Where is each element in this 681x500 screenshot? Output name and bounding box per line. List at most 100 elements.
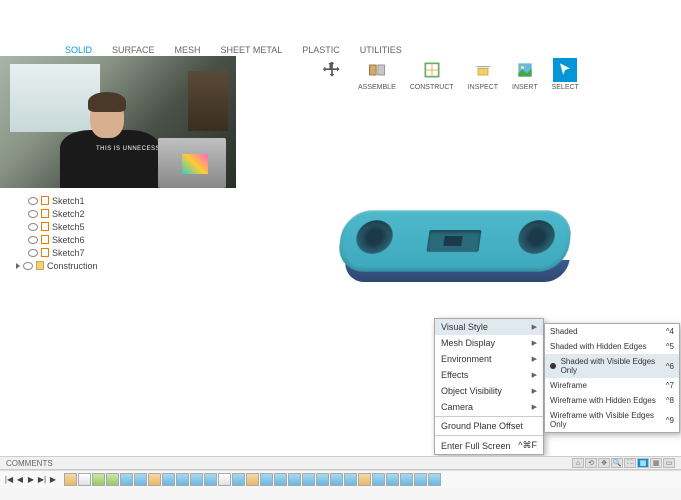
inspect-tool[interactable]: INSPECT [468, 58, 498, 91]
construct-icon [420, 58, 444, 82]
sketch-item[interactable]: Sketch1 [10, 194, 98, 207]
insert-tool[interactable]: INSERT [512, 58, 538, 91]
timeline-next-icon[interactable]: ▶ [26, 475, 36, 485]
expand-icon[interactable] [16, 263, 20, 269]
sketch-item[interactable]: Sketch7 [10, 246, 98, 259]
menu-visual-style[interactable]: Visual Style▶ [435, 319, 543, 335]
model-part[interactable] [340, 210, 570, 290]
timeline-feature[interactable] [232, 473, 245, 486]
pan-icon[interactable]: ✥ [598, 458, 610, 468]
timeline-start-icon[interactable]: |◀ [4, 475, 14, 485]
timeline-feature[interactable] [330, 473, 343, 486]
menu-mesh-display[interactable]: Mesh Display ▶ [435, 335, 543, 351]
timeline-feature[interactable] [246, 473, 259, 486]
select-tool[interactable]: SELECT [552, 58, 579, 91]
timeline-feature[interactable] [358, 473, 371, 486]
chevron-right-icon: ▶ [532, 339, 537, 347]
fit-icon[interactable]: ⛶ [624, 458, 636, 468]
menu-ground-plane-offset[interactable]: Ground Plane Offset [435, 418, 543, 434]
timeline-feature[interactable] [316, 473, 329, 486]
submenu-shaded-hidden[interactable]: Shaded with Hidden Edges ^5 [545, 339, 679, 354]
comments-label[interactable]: COMMENTS [6, 459, 53, 468]
submenu-label: Wireframe with Hidden Edges [550, 396, 656, 405]
orbit-icon[interactable]: ⟲ [585, 458, 597, 468]
visibility-icon[interactable] [28, 223, 38, 231]
timeline-feature[interactable] [302, 473, 315, 486]
timeline-feature[interactable] [204, 473, 217, 486]
timeline-end-icon[interactable]: ▶| [37, 475, 47, 485]
select-label: SELECT [552, 84, 579, 91]
timeline-feature[interactable] [386, 473, 399, 486]
timeline-feature[interactable] [92, 473, 105, 486]
display-context-menu: Visual Style▶ Mesh Display ▶ Environment▶… [434, 318, 544, 455]
construction-folder[interactable]: Construction [10, 259, 98, 272]
submenu-label: Shaded with Visible Edges Only [561, 357, 666, 375]
menu-environment[interactable]: Environment▶ [435, 351, 543, 367]
visibility-icon[interactable] [28, 236, 38, 244]
submenu-wireframe-visible[interactable]: Wireframe with Visible Edges Only^9 [545, 408, 679, 432]
menu-camera[interactable]: Camera▶ [435, 399, 543, 415]
visibility-icon[interactable] [28, 197, 38, 205]
timeline-feature[interactable] [372, 473, 385, 486]
grid-icon[interactable]: ▦ [650, 458, 662, 468]
submenu-label: Shaded with Hidden Edges [550, 342, 647, 351]
construct-tool[interactable]: CONSTRUCT [410, 58, 454, 91]
timeline-feature[interactable] [162, 473, 175, 486]
timeline-feature[interactable] [414, 473, 427, 486]
menu-label: Mesh Display [441, 338, 495, 348]
timeline-feature[interactable] [148, 473, 161, 486]
timeline-feature[interactable] [190, 473, 203, 486]
shortcut-label: ^4 [666, 327, 674, 336]
visibility-icon[interactable] [28, 210, 38, 218]
submenu-wireframe[interactable]: Wireframe^7 [545, 378, 679, 393]
timeline-play-icon[interactable]: ▶ [48, 475, 58, 485]
visibility-icon[interactable] [23, 262, 33, 270]
chevron-right-icon: ▶ [532, 371, 537, 379]
construct-label: CONSTRUCT [410, 84, 454, 91]
sketch-item[interactable]: Sketch5 [10, 220, 98, 233]
timeline-feature[interactable] [78, 473, 91, 486]
submenu-label: Wireframe with Visible Edges Only [550, 411, 666, 429]
timeline-feature[interactable] [134, 473, 147, 486]
timeline-feature[interactable] [120, 473, 133, 486]
timeline-feature[interactable] [344, 473, 357, 486]
view-toolbar: ⌂ ⟲ ✥ 🔍 ⛶ ▦ ▦ ▭ [572, 458, 675, 468]
timeline-feature[interactable] [176, 473, 189, 486]
submenu-label: Wireframe [550, 381, 587, 390]
shortcut-label: ^5 [666, 342, 674, 351]
submenu-wireframe-hidden[interactable]: Wireframe with Hidden Edges ^8 [545, 393, 679, 408]
menu-label: Object Visibility [441, 386, 502, 396]
menu-enter-fullscreen[interactable]: Enter Full Screen^⌘F [435, 437, 543, 454]
menu-object-visibility[interactable]: Object Visibility▶ [435, 383, 543, 399]
nav-home-icon[interactable]: ⌂ [572, 458, 584, 468]
select-icon [553, 58, 577, 82]
timeline-feature[interactable] [260, 473, 273, 486]
submenu-shaded-visible[interactable]: Shaded with Visible Edges Only^6 [545, 354, 679, 378]
sketch-icon [41, 248, 49, 257]
timeline-feature[interactable] [428, 473, 441, 486]
timeline-feature[interactable] [288, 473, 301, 486]
sketch-item[interactable]: Sketch6 [10, 233, 98, 246]
insert-label: INSERT [512, 84, 538, 91]
shortcut-label: ^8 [666, 396, 674, 405]
display-settings-icon[interactable]: ▦ [637, 458, 649, 468]
timeline-feature[interactable] [400, 473, 413, 486]
submenu-shaded[interactable]: Shaded^4 [545, 324, 679, 339]
zoom-icon[interactable]: 🔍 [611, 458, 623, 468]
timeline-feature[interactable] [64, 473, 77, 486]
visibility-icon[interactable] [28, 249, 38, 257]
menu-effects[interactable]: Effects▶ [435, 367, 543, 383]
timeline-feature[interactable] [274, 473, 287, 486]
sketch-icon [41, 196, 49, 205]
sketch-item[interactable]: Sketch2 [10, 207, 98, 220]
timeline-feature[interactable] [218, 473, 231, 486]
timeline-feature[interactable] [106, 473, 119, 486]
timeline-prev-icon[interactable]: ◀ [15, 475, 25, 485]
viewport-icon[interactable]: ▭ [663, 458, 675, 468]
shortcut-label: ^6 [666, 362, 674, 371]
move-tool[interactable] [320, 58, 344, 82]
shirt-text: THIS IS UNNECESSA [96, 146, 165, 152]
assemble-tool[interactable]: ASSEMBLE [358, 58, 396, 91]
comments-bar: COMMENTS ⌂ ⟲ ✥ 🔍 ⛶ ▦ ▦ ▭ [0, 456, 681, 470]
menu-label: Enter Full Screen [441, 441, 511, 451]
